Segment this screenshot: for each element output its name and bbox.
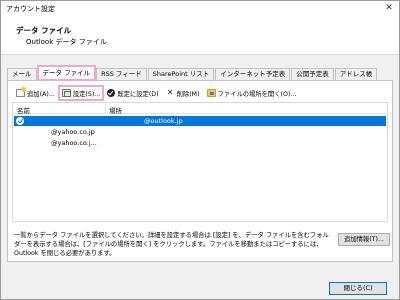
list-item[interactable]: @yahoo.co.j... bbox=[14, 138, 386, 148]
column-header-name[interactable]: 名前 bbox=[17, 105, 30, 115]
more-info-button[interactable]: 追加情報(T)... bbox=[338, 233, 390, 246]
settings-button-label: 設定(S)... bbox=[72, 90, 101, 98]
tab-published-calendars[interactable]: 公開予定表 bbox=[291, 68, 334, 80]
folder-icon bbox=[206, 89, 216, 97]
open-file-location-button[interactable]: ファイルの場所を開く(O)... bbox=[205, 87, 299, 99]
data-files-panel: 追加(A)... 設定(S)... 既定に設定(D) ✕ 削除(M) ファイルの… bbox=[7, 80, 393, 262]
set-default-button[interactable]: 既定に設定(D) bbox=[105, 87, 160, 99]
tab-rss-feeds[interactable]: RSS フィード bbox=[96, 68, 147, 80]
list-item-name: @outlook.jp bbox=[144, 117, 183, 125]
delete-button[interactable]: ✕ 削除(M) bbox=[164, 87, 202, 99]
list-item-name: @yahoo.co.jp bbox=[51, 128, 95, 136]
settings-button[interactable]: 設定(S)... bbox=[57, 85, 105, 101]
set-default-label: 既定に設定(D) bbox=[117, 90, 159, 98]
account-settings-dialog: アカウント設定 ✕ データ ファイル Outlook データ ファイル メール … bbox=[0, 0, 400, 300]
data-file-list[interactable]: 名前 場所 @outlook.jp @yahoo.co.jp @yahoo.co… bbox=[12, 102, 388, 222]
delete-button-label: 削除(M) bbox=[176, 90, 200, 98]
list-item[interactable]: @yahoo.co.jp bbox=[14, 127, 386, 137]
title-bar: アカウント設定 ✕ bbox=[1, 1, 399, 15]
column-header-location[interactable]: 場所 bbox=[109, 105, 122, 115]
tab-address-books[interactable]: アドレス帳 bbox=[334, 68, 378, 80]
list-header: 名前 場所 bbox=[13, 103, 387, 115]
default-checkmark-icon bbox=[16, 117, 24, 125]
close-button[interactable]: 閉じる(C) bbox=[329, 282, 387, 295]
toolbar: 追加(A)... 設定(S)... 既定に設定(D) ✕ 削除(M) ファイルの… bbox=[14, 85, 301, 101]
tab-mail[interactable]: メール bbox=[7, 68, 37, 80]
settings-icon bbox=[61, 89, 71, 97]
checkmark-circle-icon bbox=[107, 89, 116, 97]
delete-x-icon: ✕ bbox=[166, 88, 174, 97]
open-file-location-label: ファイルの場所を開く(O)... bbox=[217, 90, 297, 98]
description-text: 一覧からデータ ファイルを選択してください。詳細を設定する場合は [設定] を、… bbox=[14, 232, 329, 257]
header-title: データ ファイル bbox=[16, 26, 72, 35]
tab-internet-calendars[interactable]: インターネット予定表 bbox=[215, 68, 291, 80]
tab-data-files[interactable]: データ ファイル bbox=[36, 65, 97, 81]
close-icon[interactable]: ✕ bbox=[383, 2, 395, 14]
tab-strip: メール データ ファイル RSS フィード SharePoint リスト インタ… bbox=[7, 65, 378, 81]
list-item[interactable]: @outlook.jp bbox=[14, 116, 386, 126]
dialog-header: データ ファイル Outlook データ ファイル bbox=[1, 15, 399, 55]
header-subtitle: Outlook データ ファイル bbox=[26, 38, 107, 46]
list-item-name: @yahoo.co.j... bbox=[51, 139, 97, 147]
add-button[interactable]: 追加(A)... bbox=[14, 87, 57, 99]
column-divider[interactable] bbox=[105, 103, 106, 114]
add-file-icon bbox=[16, 87, 26, 97]
window-title: アカウント設定 bbox=[6, 5, 55, 13]
tab-sharepoint-lists[interactable]: SharePoint リスト bbox=[147, 68, 215, 80]
add-button-label: 追加(A)... bbox=[27, 90, 55, 98]
